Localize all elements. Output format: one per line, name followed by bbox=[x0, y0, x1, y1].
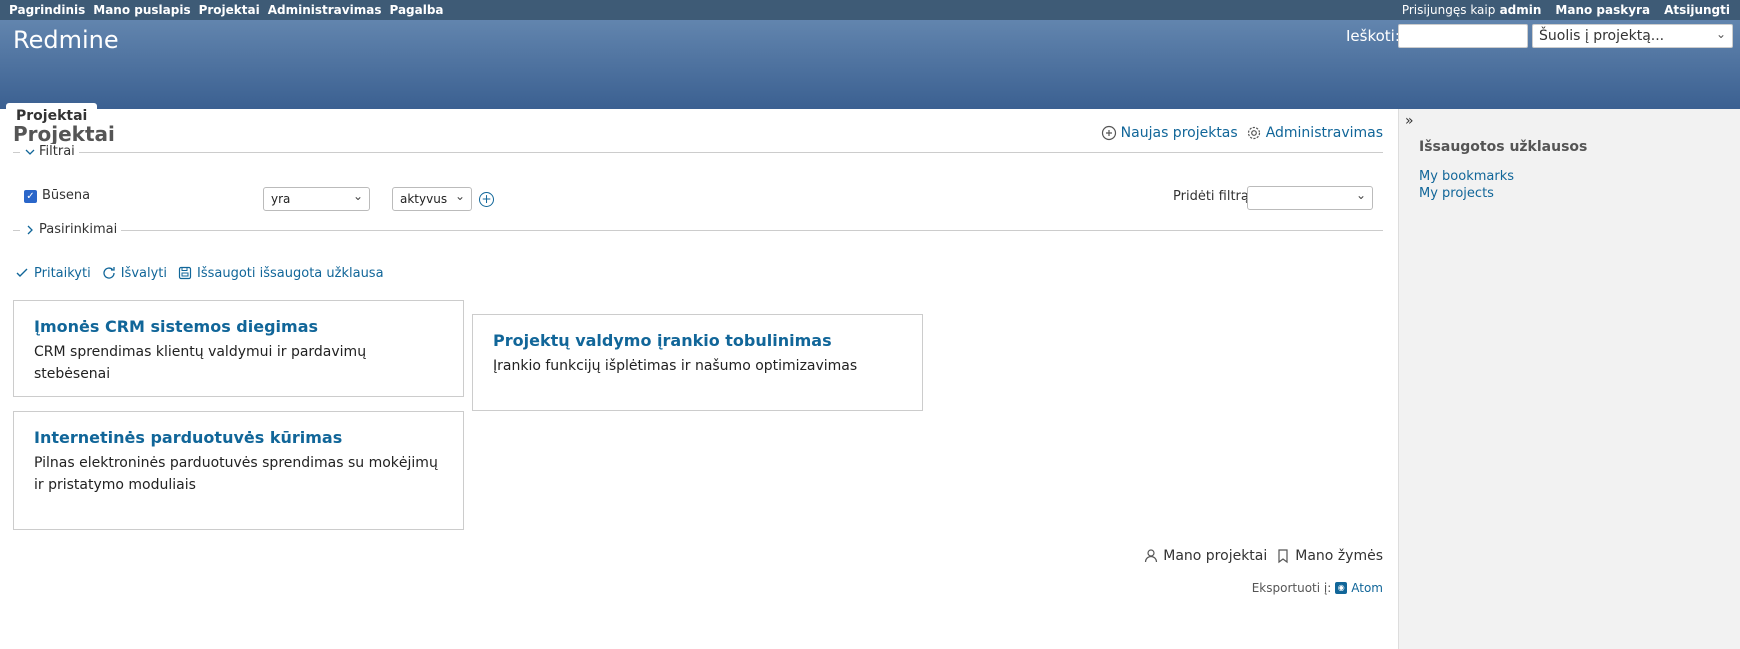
top-menu-projects[interactable]: Projektai bbox=[199, 3, 260, 17]
logged-in-as: Prisijungęs kaip admin bbox=[1402, 3, 1542, 17]
top-menu-right: Prisijungęs kaip admin Mano paskyra Atsi… bbox=[1402, 3, 1730, 17]
project-card: Įmonės CRM sistemos diegimas CRM sprendi… bbox=[13, 300, 464, 397]
status-operator-select[interactable]: yra ⌄ bbox=[263, 187, 370, 211]
options-divider bbox=[13, 230, 1383, 231]
top-menu-administration[interactable]: Administravimas bbox=[268, 3, 382, 17]
project-description: CRM sprendimas klientų valdymui ir parda… bbox=[34, 344, 367, 382]
sidebar-toggle-icon[interactable]: » bbox=[1405, 113, 1414, 129]
my-projects-label: Mano projektai bbox=[1163, 548, 1268, 564]
logged-in-user[interactable]: admin bbox=[1500, 3, 1542, 17]
sidebar-item-my-bookmarks[interactable]: My bookmarks bbox=[1419, 169, 1514, 184]
sidebar-item-my-projects[interactable]: My projects bbox=[1419, 186, 1514, 201]
project-card: Internetinės parduotuvės kūrimas Pilnas … bbox=[13, 411, 464, 530]
project-description: Įrankio funkcijų išplėtimas ir našumo op… bbox=[493, 358, 858, 374]
top-menu: Pagrindinis Mano puslapis Projektai Admi… bbox=[0, 0, 1740, 20]
feed-icon: ◉ bbox=[1335, 582, 1348, 594]
clear-label: Išvalyti bbox=[120, 265, 167, 281]
reload-icon bbox=[103, 267, 115, 279]
save-icon bbox=[178, 266, 192, 280]
my-projects-link[interactable]: Mano projektai bbox=[1143, 548, 1267, 564]
top-menu-help[interactable]: Pagalba bbox=[389, 3, 443, 17]
sidebar: » Išsaugotos užklausos My bookmarks My p… bbox=[1398, 109, 1740, 649]
user-icon bbox=[1145, 549, 1158, 563]
status-value-select[interactable]: aktyvus ⌄ bbox=[392, 187, 472, 211]
filters-divider bbox=[13, 152, 1383, 153]
apply-button[interactable]: Pritaikyti bbox=[14, 265, 91, 281]
logout-link[interactable]: Atsijungti bbox=[1664, 3, 1730, 17]
checkmark-icon bbox=[16, 268, 28, 277]
status-value: aktyvus bbox=[400, 192, 448, 206]
status-filter-label: Būsena bbox=[42, 188, 91, 203]
chevron-down-icon bbox=[25, 149, 35, 155]
page-title: Projektai bbox=[13, 122, 115, 146]
clear-button[interactable]: Išvalyti bbox=[101, 265, 167, 281]
sidebar-links: My bookmarks My projects bbox=[1419, 169, 1514, 201]
status-filter-checkbox[interactable]: ✓ bbox=[24, 190, 37, 203]
query-buttons: Pritaikyti Išvalyti Išsaugoti išsaugota … bbox=[14, 265, 384, 281]
my-account-link[interactable]: Mano paskyra bbox=[1555, 3, 1650, 17]
project-title[interactable]: Įmonės CRM sistemos diegimas bbox=[34, 317, 318, 336]
options-legend[interactable]: Pasirinkimai bbox=[20, 222, 122, 237]
chevron-down-icon: ⌄ bbox=[352, 189, 363, 203]
chevron-down-icon: ⌄ bbox=[1355, 188, 1366, 202]
filters-legend[interactable]: Filtrai bbox=[20, 144, 79, 159]
chevron-down-icon: ⌄ bbox=[1715, 27, 1726, 41]
administration-label: Administravimas bbox=[1265, 125, 1383, 141]
my-bookmarks-label: Mano žymės bbox=[1295, 548, 1383, 564]
export-row: Eksportuoti į: ◉ Atom bbox=[1252, 581, 1383, 595]
search-label: Ieškoti: bbox=[1346, 27, 1400, 45]
contextual-links: Naujas projektas Administravimas bbox=[1101, 125, 1383, 141]
project-card: Projektų valdymo įrankio tobulinimas Įra… bbox=[472, 314, 923, 411]
bookmark-icon bbox=[1278, 549, 1288, 564]
search-input[interactable] bbox=[1398, 24, 1528, 48]
add-filter-label: Pridėti filtrą bbox=[1173, 189, 1249, 204]
plus-circle-icon bbox=[1101, 125, 1116, 141]
new-project-label: Naujas projektas bbox=[1120, 125, 1238, 141]
new-project-link[interactable]: Naujas projektas bbox=[1101, 125, 1238, 141]
app-title[interactable]: Redmine bbox=[13, 26, 119, 54]
status-operator-value: yra bbox=[271, 192, 291, 206]
gear-icon bbox=[1247, 126, 1260, 140]
atom-link[interactable]: Atom bbox=[1351, 581, 1383, 595]
content: Projektai Naujas projektas Administravim… bbox=[0, 109, 1398, 649]
options-legend-label: Pasirinkimai bbox=[39, 222, 118, 237]
filter-row-status: ✓ Būsena yra ⌄ aktyvus ⌄ + Pridėti filtr… bbox=[24, 186, 1374, 211]
add-filter-select[interactable]: ⌄ bbox=[1247, 186, 1373, 210]
project-jump-label: Šuolis į projektą... bbox=[1539, 28, 1665, 44]
top-menu-home[interactable]: Pagrindinis bbox=[9, 3, 85, 17]
administration-link[interactable]: Administravimas bbox=[1246, 125, 1383, 141]
top-menu-left: Pagrindinis Mano puslapis Projektai Admi… bbox=[9, 3, 444, 17]
sidebar-title: Išsaugotos užklausos bbox=[1419, 139, 1588, 155]
top-menu-my-page[interactable]: Mano puslapis bbox=[93, 3, 190, 17]
save-query-button[interactable]: Išsaugoti išsaugota užklausa bbox=[177, 265, 384, 281]
project-description: Pilnas elektroninės parduotuvės sprendim… bbox=[34, 455, 438, 493]
add-value-button[interactable]: + bbox=[479, 192, 494, 207]
project-title[interactable]: Internetinės parduotuvės kūrimas bbox=[34, 428, 342, 447]
logged-in-label: Prisijungęs kaip bbox=[1401, 3, 1496, 17]
bottom-links: Mano projektai Mano žymės bbox=[1143, 548, 1383, 564]
apply-label: Pritaikyti bbox=[34, 265, 91, 281]
project-jump-select[interactable]: Šuolis į projektą... ⌄ bbox=[1532, 24, 1733, 48]
my-bookmarks-link[interactable]: Mano žymės bbox=[1275, 548, 1383, 564]
save-query-label: Išsaugoti išsaugota užklausa bbox=[197, 265, 384, 281]
project-title[interactable]: Projektų valdymo įrankio tobulinimas bbox=[493, 331, 832, 350]
export-label: Eksportuoti į: bbox=[1251, 581, 1332, 595]
chevron-right-icon bbox=[27, 225, 33, 234]
chevron-down-icon: ⌄ bbox=[454, 189, 465, 203]
filters-legend-label: Filtrai bbox=[39, 144, 75, 159]
header: Redmine Ieškoti: Šuolis į projektą... ⌄ … bbox=[0, 20, 1740, 129]
